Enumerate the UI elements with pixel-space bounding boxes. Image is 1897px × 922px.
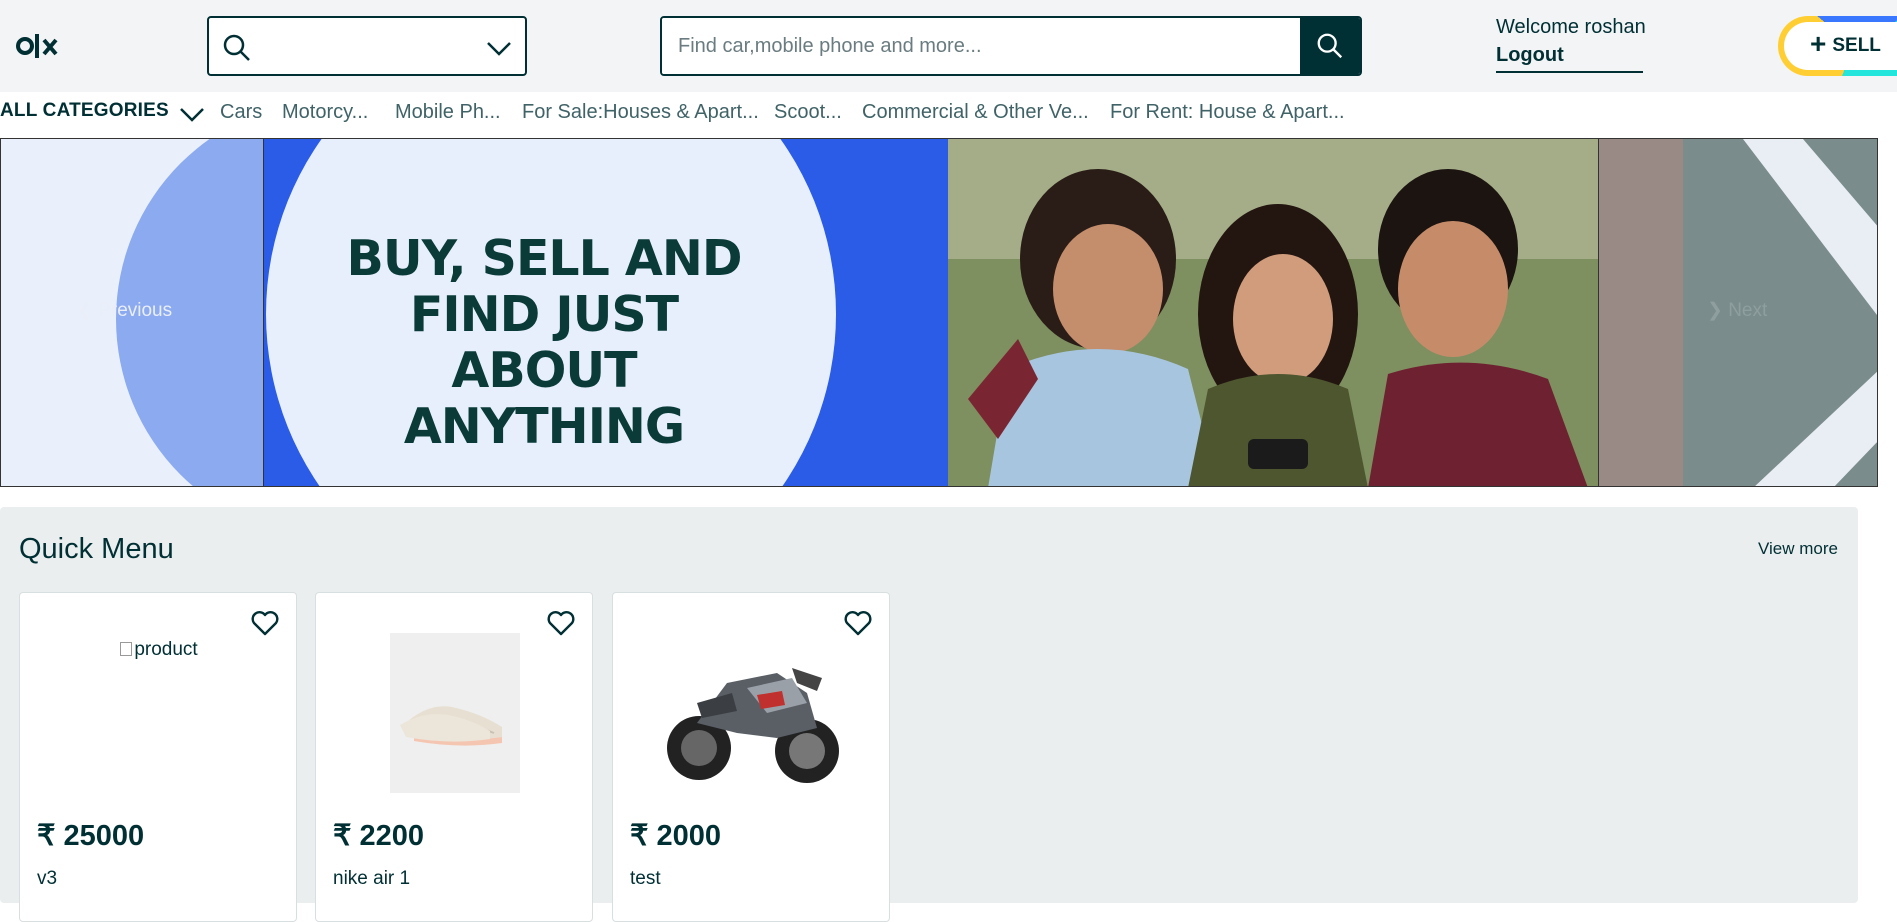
sell-label: SELL [1832,35,1881,56]
next-label: Next [1728,300,1768,321]
olx-logo[interactable] [16,30,72,62]
search-icon [1317,33,1343,59]
category-bar: ALL CATEGORIES Cars Motorcy... Mobile Ph… [0,92,1897,138]
location-selector[interactable] [207,16,527,76]
search-bar [660,16,1362,76]
category-mobile-phones[interactable]: Mobile Ph... [395,101,501,124]
tagline-line: ANYTHING [403,398,685,455]
friends-photo-illustration [948,139,1598,486]
product-price: ₹ 25000 [37,820,145,852]
next-slide-strip [1599,139,1683,486]
product-name: v3 [37,868,58,889]
tagline-line: BUY, SELL AND [346,230,742,287]
category-houses-for-sale[interactable]: For Sale:Houses & Apart... [522,101,759,124]
broken-image: product [120,639,198,798]
search-icon [223,34,250,61]
chevron-down-icon [487,42,511,56]
product-name: test [630,868,661,889]
chevron-down-icon[interactable] [178,102,206,126]
quick-menu-section: Quick Menu View more product ₹ 25000 v3 [0,507,1858,922]
product-price: ₹ 2000 [630,820,722,852]
category-scooters[interactable]: Scoot... [774,101,842,124]
broken-image-icon [120,642,133,656]
top-header: Welcome roshan Logout + SELL [0,0,1897,92]
logout-link[interactable]: Logout [1496,44,1643,73]
sneaker-image [390,633,520,793]
motorcycle-image [667,668,839,783]
carousel-previous-button[interactable]: ❮ Previous [77,299,172,322]
product-name: nike air 1 [333,868,411,889]
hero-carousel: BUY, SELL AND FIND JUST ABOUT ANYTHING ❮… [0,138,1878,487]
product-image [316,633,592,798]
category-commercial-vehicles[interactable]: Commercial & Other Ve... [862,101,1089,124]
plus-icon: + [1810,28,1827,59]
product-image: product [20,633,296,798]
section-title: Quick Menu [19,533,174,565]
sell-button[interactable]: + SELL [1784,22,1897,70]
product-image [613,633,889,798]
all-categories-toggle[interactable]: ALL CATEGORIES [0,100,169,122]
chevron-right-icon: ❯ [1707,300,1723,321]
carousel-next-button[interactable]: ❯ Next [1707,299,1767,322]
tagline-line: FIND JUST ABOUT [409,286,679,399]
banner-tagline: BUY, SELL AND FIND JUST ABOUT ANYTHING [324,231,764,455]
category-motorcycles[interactable]: Motorcy... [282,101,368,124]
view-more-link[interactable]: View more [1758,539,1838,559]
search-button[interactable] [1300,18,1360,74]
category-houses-for-rent[interactable]: For Rent: House & Apart... [1110,101,1345,124]
category-cars[interactable]: Cars [220,101,262,124]
product-card[interactable]: ₹ 2000 test [612,592,890,922]
carousel-active-slide: BUY, SELL AND FIND JUST ABOUT ANYTHING [264,139,1598,486]
product-price: ₹ 2200 [333,820,425,852]
product-card[interactable]: ₹ 2200 nike air 1 [315,592,593,922]
image-alt-text: product [134,639,198,660]
welcome-text: Welcome roshan [1496,16,1646,38]
product-card[interactable]: product ₹ 25000 v3 [19,592,297,922]
previous-label: Previous [98,300,173,321]
banner-photo [948,139,1598,486]
search-input[interactable] [662,18,1302,74]
chevron-left-icon: ❮ [77,300,93,321]
